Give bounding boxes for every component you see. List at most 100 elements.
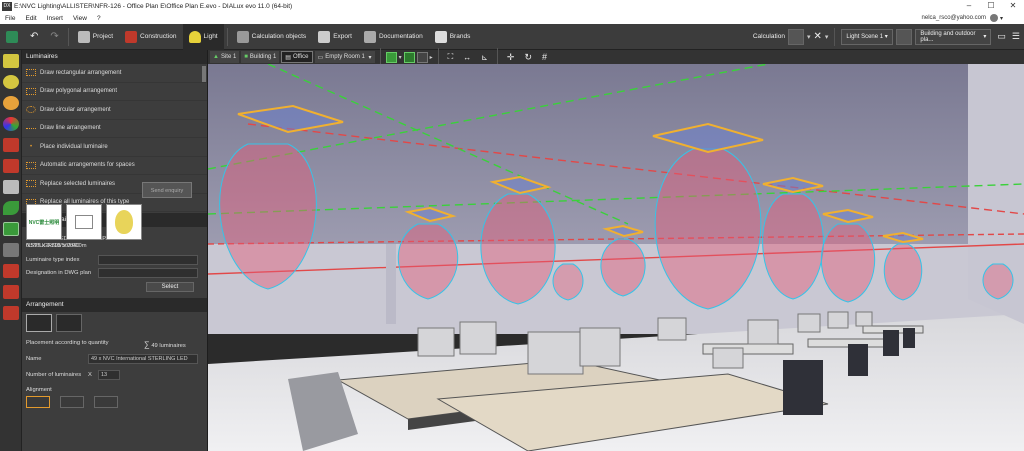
tab-export-label: Export bbox=[333, 33, 352, 40]
view-perspective-button[interactable] bbox=[416, 51, 428, 63]
send-enquiry-button[interactable]: Send enquiry bbox=[142, 182, 192, 198]
stairs-icon[interactable] bbox=[3, 138, 19, 152]
tool-draw-line[interactable]: Draw line arrangement bbox=[22, 120, 207, 138]
list-icon[interactable] bbox=[3, 264, 19, 278]
number-label: Number of luminaires bbox=[26, 372, 82, 378]
title-bar: DX E:\NVC Lighting\ALLISTER\NFR-126 - Of… bbox=[0, 0, 1024, 12]
user-icon[interactable] bbox=[990, 14, 998, 22]
tool-place-individual[interactable]: • Place individual luminaire bbox=[22, 138, 207, 157]
brand-logo-thumb[interactable]: NVC雷士照明 bbox=[26, 204, 62, 240]
undo-button[interactable]: ↶ bbox=[24, 24, 44, 50]
rotate-icon[interactable]: ↻ bbox=[524, 52, 532, 63]
wrench-icon[interactable] bbox=[3, 180, 19, 194]
arrangement-type-rect-button[interactable] bbox=[26, 314, 52, 332]
tree-icon[interactable] bbox=[3, 306, 19, 320]
sun-icon[interactable] bbox=[3, 96, 19, 110]
bulb-icon[interactable] bbox=[3, 75, 19, 89]
luminaire-tool-icon[interactable] bbox=[3, 54, 19, 68]
drawer-cabinet bbox=[783, 360, 823, 415]
dwg-label: Designation in DWG plan bbox=[26, 270, 92, 276]
number-x-field[interactable]: 13 bbox=[98, 370, 120, 380]
brand-logo: NVC雷士照明 bbox=[28, 219, 60, 226]
chevron-down-icon[interactable]: ▾ bbox=[825, 33, 829, 41]
crumb-building[interactable]: ■ Building 1 bbox=[241, 51, 280, 63]
crumb-site-label: Site 1 bbox=[220, 54, 237, 60]
monitor-icon[interactable]: ▭ bbox=[997, 31, 1006, 42]
tab-light[interactable]: Light bbox=[182, 23, 224, 50]
name-field[interactable]: 49 x NVC International STERLING LED bbox=[88, 354, 198, 364]
tab-brands-label: Brands bbox=[449, 33, 471, 40]
view-2d-button[interactable] bbox=[385, 51, 397, 63]
grid-toggle-icon[interactable]: # bbox=[542, 52, 547, 62]
product-image-thumb[interactable] bbox=[66, 204, 102, 240]
align-left-button[interactable] bbox=[26, 396, 50, 408]
tool-draw-polygonal[interactable]: Draw polygonal arrangement bbox=[22, 83, 207, 101]
crumb-room-label: Empty Room 1 bbox=[325, 54, 365, 60]
outdoor-select[interactable]: Building and outdoor pla... ▾ bbox=[915, 28, 992, 45]
calculation-controls: Calculation ▾ ✕ ▾ Light Scene 1 ▾ Buildi… bbox=[753, 27, 1024, 46]
outdoor-value: Building and outdoor pla... bbox=[920, 30, 976, 43]
panel-scrollbar[interactable] bbox=[202, 66, 206, 82]
3d-viewport[interactable] bbox=[208, 64, 1024, 451]
light-scene-settings-button[interactable] bbox=[896, 28, 913, 45]
zoom-extents-icon[interactable]: ⛶ bbox=[448, 52, 454, 62]
name-label: Name bbox=[26, 356, 42, 362]
tool-label: Draw rectangular arrangement bbox=[40, 69, 122, 76]
tab-construction[interactable]: Construction bbox=[119, 24, 183, 50]
axis-icon[interactable]: ⊾ bbox=[481, 53, 488, 62]
minimize-icon[interactable]: – bbox=[958, 0, 980, 12]
building-icon: ■ bbox=[244, 54, 248, 60]
chevron-right-icon[interactable]: ▸ bbox=[430, 54, 433, 61]
move-icon[interactable]: ✛ bbox=[507, 52, 515, 63]
view-3d-button[interactable] bbox=[403, 51, 415, 63]
save-icon bbox=[6, 30, 18, 43]
hamburger-menu-icon[interactable]: ☰ bbox=[1012, 31, 1020, 42]
light-distribution-thumb[interactable] bbox=[106, 204, 142, 240]
pulse-icon[interactable] bbox=[3, 243, 19, 257]
crumb-room[interactable]: ▭ Empty Room 1 ▾ bbox=[314, 51, 375, 63]
light-scene-value: Light Scene 1 bbox=[846, 33, 884, 40]
select-button[interactable]: Select bbox=[146, 282, 194, 292]
tool-draw-circular[interactable]: Draw circular arrangement bbox=[22, 101, 207, 120]
luminaire-selected-icon[interactable] bbox=[3, 222, 19, 236]
menu-help[interactable]: ? bbox=[92, 15, 106, 22]
close-icon[interactable]: ✕ bbox=[1002, 0, 1024, 12]
align-right-button[interactable] bbox=[94, 396, 118, 408]
leaf-icon[interactable] bbox=[3, 201, 19, 215]
light-scene-select[interactable]: Light Scene 1 ▾ bbox=[841, 28, 894, 45]
menu-file[interactable]: File bbox=[0, 15, 20, 22]
menu-view[interactable]: View bbox=[68, 15, 92, 22]
crumb-site[interactable]: ▲ Site 1 bbox=[210, 51, 240, 63]
flag-icon[interactable] bbox=[3, 159, 19, 173]
menu-edit[interactable]: Edit bbox=[20, 15, 41, 22]
tool-automatic-arrangements[interactable]: Automatic arrangements for spaces bbox=[22, 157, 207, 175]
arrangement-type-grid-button[interactable] bbox=[56, 314, 82, 332]
tab-calculation-objects[interactable]: Calculation objects bbox=[231, 24, 313, 50]
chevron-down-icon[interactable]: ▾ bbox=[1000, 15, 1003, 22]
calculation-start-button[interactable] bbox=[787, 28, 804, 45]
type-index-field[interactable] bbox=[98, 255, 198, 265]
redo-icon: ↷ bbox=[50, 31, 59, 42]
chevron-down-icon[interactable]: ▾ bbox=[807, 33, 811, 41]
grid-icon[interactable] bbox=[3, 285, 19, 299]
number-x-label: X bbox=[88, 372, 92, 378]
cancel-calculation-icon[interactable]: ✕ bbox=[814, 31, 822, 42]
type-index-label: Luminaire type index bbox=[26, 257, 80, 263]
dwg-field[interactable] bbox=[98, 268, 198, 278]
measure-icon[interactable]: ↔ bbox=[463, 53, 471, 62]
save-button[interactable] bbox=[0, 24, 24, 50]
tab-export[interactable]: Export bbox=[312, 24, 358, 50]
tool-draw-rectangular[interactable]: Draw rectangular arrangement bbox=[22, 64, 207, 83]
room-icon: ▭ bbox=[317, 54, 324, 61]
crumb-office[interactable]: ▤ Office bbox=[281, 51, 313, 63]
maximize-icon[interactable]: ☐ bbox=[980, 0, 1002, 12]
chevron-down-icon[interactable]: ▾ bbox=[399, 54, 402, 61]
user-account[interactable]: nelca_rsco@yahoo.com bbox=[922, 15, 986, 21]
tab-documentation[interactable]: Documentation bbox=[358, 24, 429, 50]
color-wheel-icon[interactable] bbox=[3, 117, 19, 131]
redo-button[interactable]: ↷ bbox=[44, 24, 64, 50]
tab-brands[interactable]: Brands bbox=[429, 24, 477, 50]
menu-insert[interactable]: Insert bbox=[42, 15, 68, 22]
tab-project[interactable]: Project bbox=[72, 24, 119, 50]
align-center-button[interactable] bbox=[60, 396, 84, 408]
